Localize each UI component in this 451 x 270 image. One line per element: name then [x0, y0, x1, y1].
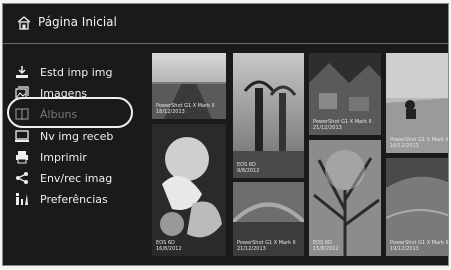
thumbnail[interactable]: PowerShot G1 X Mark II 19/12/2013: [386, 158, 449, 256]
menu-item-print-status[interactable]: Estd imp img: [15, 63, 112, 81]
thumbnail[interactable]: EOS 6D 15/8/2012: [309, 140, 381, 256]
thumbnail-caption: PowerShot G1 X Mark II 21/12/2013: [313, 119, 372, 131]
download-to-printer-icon: [16, 66, 28, 78]
share-icon: [16, 172, 28, 184]
menu-item-label: Estd imp img: [40, 65, 113, 79]
new-images-received-icon: [15, 130, 29, 142]
header: Página Inicial: [3, 4, 448, 43]
printer-icon: [16, 151, 28, 164]
app-screen: Página Inicial Estd imp img Imagens Álbu…: [2, 3, 449, 266]
thumbnail[interactable]: PowerShot G1 X Mark II 21/12/2013: [233, 182, 304, 256]
thumbnail[interactable]: PowerShot G1 X Mark II 16/12/2013: [386, 53, 449, 153]
menu-item-new-images[interactable]: Nv img receb: [15, 127, 113, 145]
thumbnail-caption: PowerShot G1 X Mark II 18/12/2013: [156, 103, 215, 115]
header-divider: [3, 43, 448, 44]
home-icon[interactable]: [17, 16, 31, 30]
selection-highlight: [7, 97, 133, 128]
preferences-icon: [16, 193, 28, 205]
menu-item-label: Preferências: [40, 192, 108, 206]
thumbnail[interactable]: PowerShot G1 X Mark II 18/12/2013: [152, 53, 226, 119]
thumbnail[interactable]: EOS 6D 9/8/2012: [233, 53, 304, 178]
menu-item-preferences[interactable]: Preferências: [15, 190, 108, 208]
thumbnail[interactable]: PowerShot G1 X Mark II 21/12/2013: [309, 53, 381, 135]
thumbnail-caption: EOS 6D 16/8/2012: [156, 240, 182, 252]
menu-item-label: Nv img receb: [40, 129, 114, 143]
thumbnail-caption: PowerShot G1 X Mark II 21/12/2013: [237, 240, 296, 252]
menu-item-send-receive[interactable]: Env/rec imag: [15, 169, 112, 187]
menu-item-label: Imprimir: [40, 150, 87, 164]
thumbnail-caption: EOS 6D 9/8/2012: [237, 162, 260, 174]
thumbnail[interactable]: EOS 6D 16/8/2012: [152, 124, 226, 256]
thumbnail-caption: PowerShot G1 X Mark II 19/12/2013: [390, 240, 449, 252]
page-title: Página Inicial: [38, 15, 117, 29]
thumbnail-caption: PowerShot G1 X Mark II 16/12/2013: [390, 137, 449, 149]
menu-item-label: Env/rec imag: [40, 171, 113, 185]
thumbnail-caption: EOS 6D 15/8/2012: [313, 240, 339, 252]
menu-item-print[interactable]: Imprimir: [15, 148, 87, 166]
